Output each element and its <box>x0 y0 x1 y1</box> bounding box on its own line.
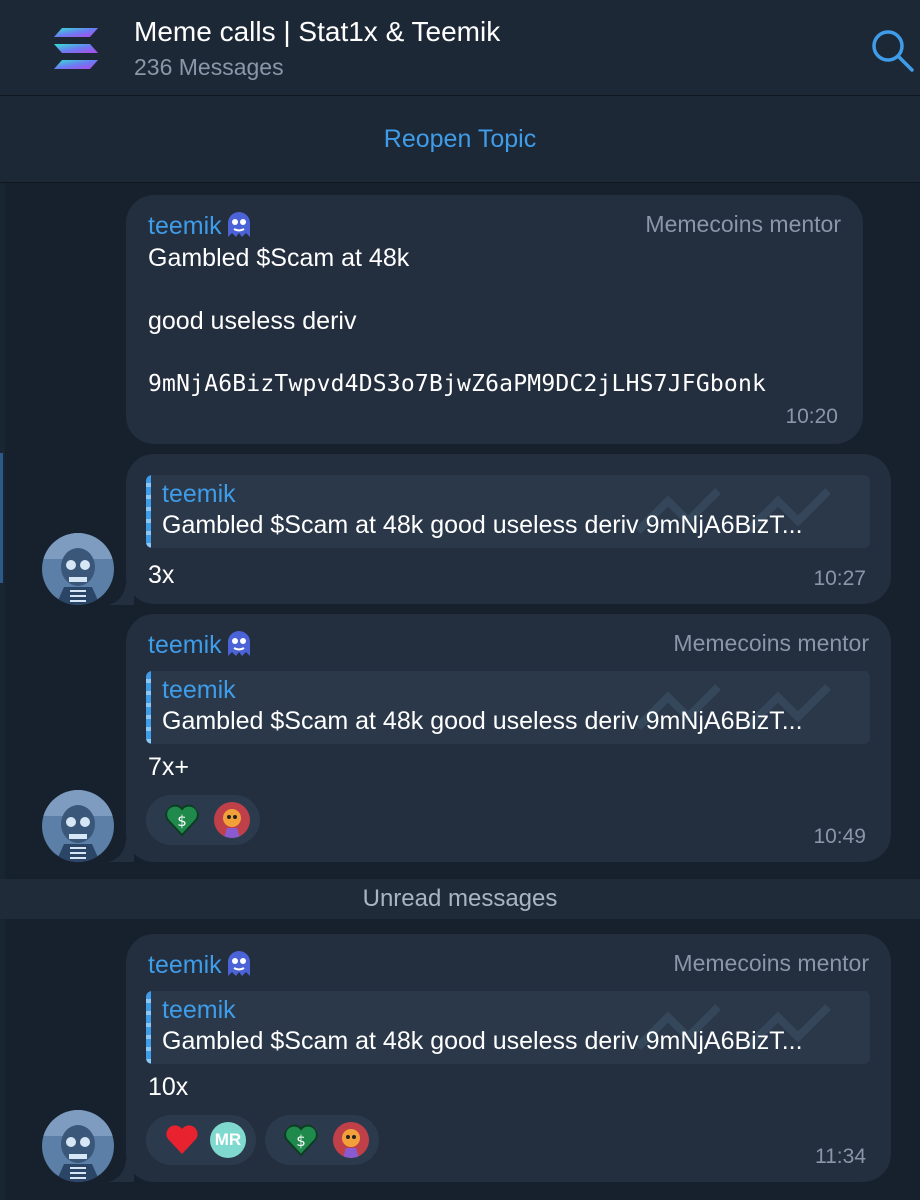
reply-quote[interactable]: teemik Gambled $Scam at 48k good useless… <box>146 671 870 744</box>
message-text: 7x+ <box>148 753 190 781</box>
red-heart-icon <box>166 1125 198 1154</box>
chat-header[interactable]: Meme calls | Stat1x & Teemik 236 Message… <box>0 0 920 96</box>
quote-bar <box>146 475 151 548</box>
reaction-red-heart[interactable]: MR <box>146 1115 256 1165</box>
reactor-avatar <box>333 1122 369 1158</box>
svg-text:$: $ <box>177 812 187 830</box>
message-list[interactable]: teemik Memecoins mentor Gambled $Scam at… <box>0 183 920 1200</box>
avatar[interactable] <box>42 533 114 605</box>
sender-role: Memecoins mentor <box>673 630 869 656</box>
reply-quote[interactable]: teemik Gambled $Scam at 48k good useless… <box>146 475 870 548</box>
skeleton-avatar-icon <box>42 790 114 862</box>
message-line: Gambled $Scam at 48k <box>148 244 410 272</box>
message-line: good useless deriv <box>148 307 357 335</box>
reply-sender: teemik <box>162 480 236 508</box>
message-time: 10:20 <box>785 405 838 428</box>
reply-text: Gambled $Scam at 48k good useless deriv … <box>162 1027 803 1055</box>
sender-name[interactable]: teemik <box>148 210 254 241</box>
solana-logo-icon <box>54 28 98 69</box>
ghost-emoji-icon <box>227 212 250 237</box>
message-time: 10:27 <box>813 567 866 590</box>
svg-text:$: $ <box>296 1132 306 1150</box>
reply-text: Gambled $Scam at 48k good useless deriv … <box>162 707 803 735</box>
skeleton-avatar-icon <box>42 533 114 605</box>
quote-bar <box>146 671 151 744</box>
message-count: 236 Messages <box>134 54 284 80</box>
message-bubble[interactable]: teemik Gambled $Scam at 48k good useless… <box>126 454 891 604</box>
unread-divider: Unread messages <box>0 879 920 919</box>
ghost-emoji-icon <box>227 631 250 656</box>
reactor-avatar-mr: MR <box>210 1122 246 1158</box>
avatar[interactable] <box>42 1110 114 1182</box>
message-text: 3x <box>148 561 175 589</box>
skeleton-avatar-icon <box>42 1110 114 1182</box>
reaction-dollar-heart[interactable]: $ <box>265 1115 379 1165</box>
message-bubble[interactable]: teemik Memecoins mentor teemik Gambled $… <box>126 934 891 1182</box>
quote-bar <box>146 991 151 1064</box>
reply-sender: teemik <box>162 996 236 1024</box>
sender-name[interactable]: teemik <box>148 949 254 980</box>
green-dollar-heart-icon: $ <box>284 1124 318 1157</box>
bubble-tail <box>108 1160 134 1182</box>
chat-window: Meme calls | Stat1x & Teemik 236 Message… <box>0 0 920 1200</box>
bubble-tail <box>108 583 134 605</box>
reply-quote[interactable]: teemik Gambled $Scam at 48k good useless… <box>146 991 870 1064</box>
ghost-emoji-icon <box>227 951 250 976</box>
reply-text: Gambled $Scam at 48k good useless deriv … <box>162 511 803 539</box>
message-time: 10:49 <box>813 825 866 848</box>
sender-name[interactable]: teemik <box>148 629 254 660</box>
search-icon[interactable] <box>868 26 916 74</box>
reaction-dollar-heart[interactable]: $ <box>146 795 260 845</box>
reply-sender: teemik <box>162 676 236 704</box>
reactor-avatar <box>214 802 250 838</box>
chat-title: Meme calls | Stat1x & Teemik <box>134 16 501 47</box>
message-bubble[interactable]: teemik Memecoins mentor Gambled $Scam at… <box>126 195 863 444</box>
message-text: 10x <box>148 1073 189 1101</box>
left-edge <box>0 183 5 1200</box>
sender-role: Memecoins mentor <box>673 950 869 976</box>
scroll-indicator[interactable] <box>0 453 3 583</box>
bubble-tail <box>108 840 134 862</box>
message-time: 11:34 <box>815 1145 866 1168</box>
reopen-topic-label: Reopen Topic <box>383 125 537 153</box>
contract-address[interactable]: 9mNjA6BizTwpvd4DS3o7BjwZ6aPM9DC2jLHS7JFG… <box>148 371 766 397</box>
avatar[interactable] <box>42 790 114 862</box>
unread-label: Unread messages <box>362 885 558 912</box>
reopen-topic-button[interactable]: Reopen Topic <box>0 96 920 183</box>
sender-role: Memecoins mentor <box>645 211 841 237</box>
message-bubble[interactable]: teemik Memecoins mentor teemik Gambled $… <box>126 614 891 862</box>
green-dollar-heart-icon: $ <box>165 804 199 837</box>
